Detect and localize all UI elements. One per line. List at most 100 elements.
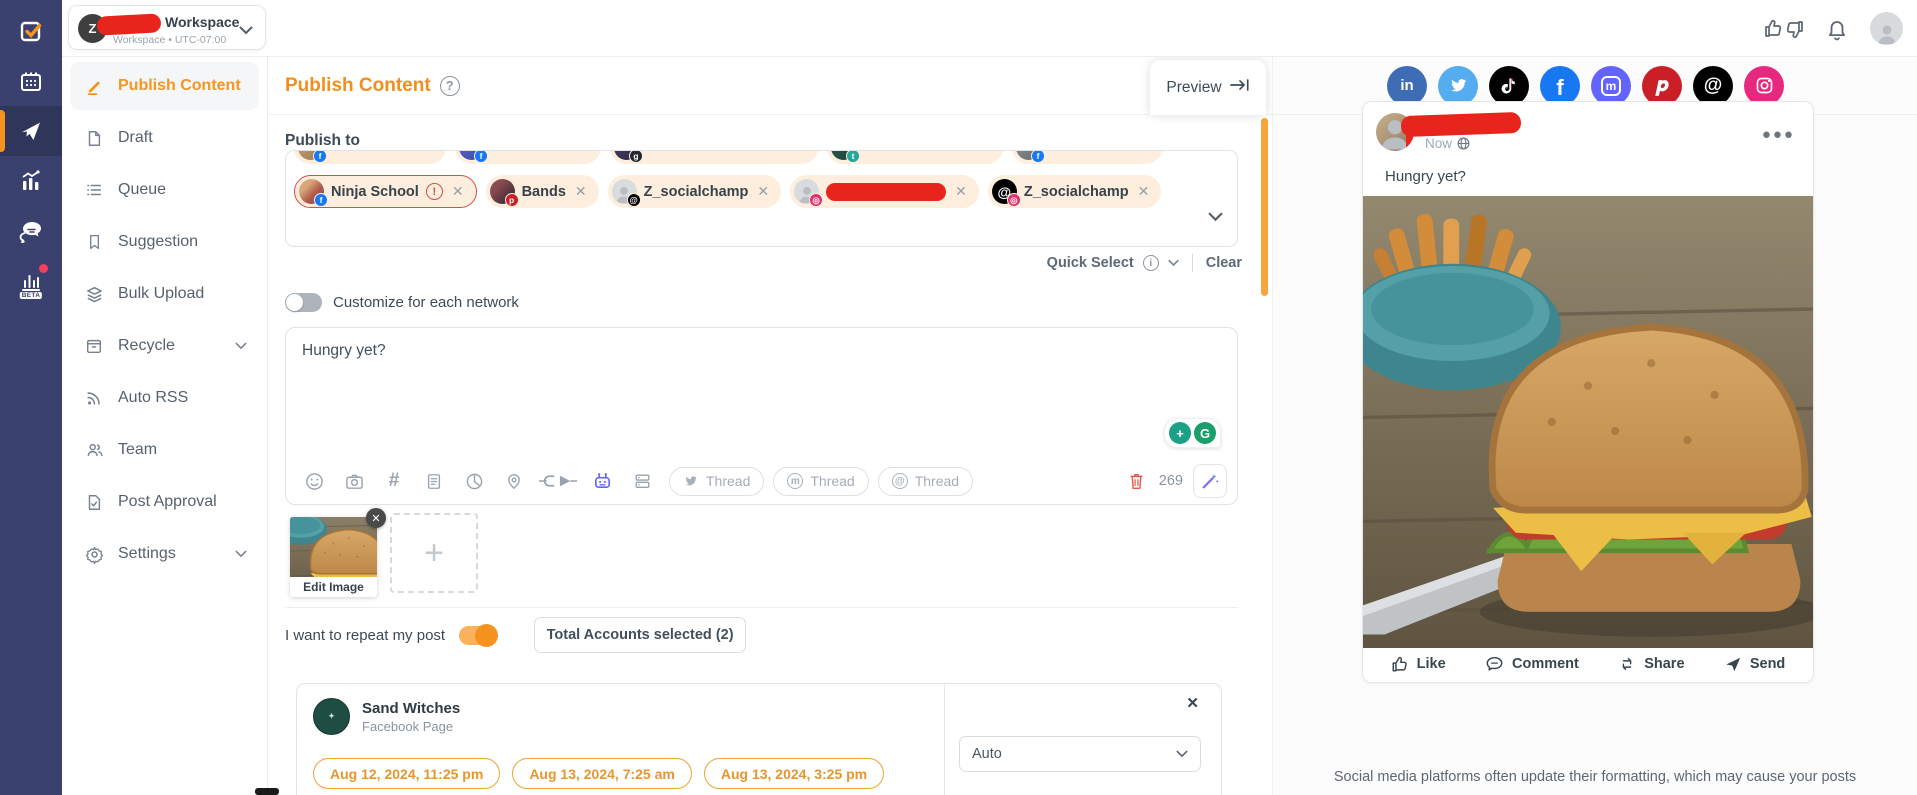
remove-account-icon[interactable]: ✕	[755, 183, 771, 200]
expand-accounts-chevron-icon[interactable]	[1208, 209, 1223, 227]
account-chip-redacted[interactable]: ◎ ✕	[790, 175, 979, 208]
sidebar-item-team[interactable]: Team	[70, 426, 259, 474]
rail-item-reports-beta[interactable]: BETA	[0, 256, 62, 306]
schedule-date-chip[interactable]: Aug 13, 2024, 7:25 am	[512, 758, 692, 789]
ai-wand-button[interactable]	[1193, 464, 1227, 498]
rail-item-publish[interactable]	[0, 106, 62, 156]
platform-tab-threads[interactable]: @	[1693, 65, 1733, 106]
composer-textarea[interactable]: Hungry yet?	[302, 342, 1167, 402]
account-chip-label: Ninja School	[331, 183, 419, 200]
trash-icon[interactable]	[1125, 463, 1149, 499]
rail-item-engage[interactable]	[0, 206, 62, 256]
sidebar-item-settings[interactable]: Settings	[70, 530, 259, 578]
feedback-thumbs-icon[interactable]	[1764, 18, 1804, 40]
remove-schedule-icon[interactable]: ✕	[1186, 694, 1199, 712]
rail-item-calendar[interactable]	[0, 56, 62, 106]
add-media-button[interactable]: +	[390, 513, 478, 593]
threads-icon: @	[891, 473, 908, 489]
account-chip-z-socialchamp-instagram[interactable]: @ ◎ Z_socialchamp ✕	[987, 175, 1162, 208]
pie-chart-icon[interactable]	[456, 463, 492, 499]
notes-icon[interactable]	[416, 463, 452, 499]
schedule-account-section: ✦ Sand Witches Facebook Page Aug 12, 202…	[297, 684, 945, 795]
edit-image-label[interactable]: Edit Image	[290, 577, 377, 597]
redacted-workspace-name	[96, 13, 162, 36]
platform-tab-pinterest[interactable]: 𝒑	[1642, 65, 1682, 106]
quick-select-label[interactable]: Quick Select	[1047, 255, 1134, 271]
rows-icon[interactable]	[624, 463, 660, 499]
main-scrollbar-thumb[interactable]	[1261, 118, 1268, 296]
tiktok-icon	[1499, 76, 1519, 96]
remove-account-icon[interactable]: ✕	[450, 183, 466, 200]
sidebar-item-recycle[interactable]: Recycle	[70, 322, 259, 370]
platform-tab-instagram[interactable]	[1744, 65, 1784, 106]
schedule-date-chip[interactable]: Aug 12, 2024, 11:25 pm	[313, 758, 501, 789]
schedule-date-chip[interactable]: Aug 13, 2024, 3:25 pm	[703, 758, 885, 789]
thread-button-label: Thread	[914, 473, 960, 489]
help-icon[interactable]: ?	[439, 76, 460, 96]
ai-robot-icon[interactable]	[584, 463, 620, 499]
send-button[interactable]: Send	[1724, 655, 1785, 673]
chevron-down-icon[interactable]	[1168, 259, 1179, 267]
account-chip-partial[interactable]: f	[294, 151, 446, 164]
preview-button[interactable]: Preview	[1150, 60, 1266, 115]
rail-item-analytics[interactable]	[0, 156, 62, 206]
post-actions-bar: Like Comment Share Send	[1363, 646, 1813, 682]
sidebar-item-draft[interactable]: Draft	[70, 114, 259, 162]
workspace-selector[interactable]: Z Workspace Workspace • UTC-07:00	[68, 5, 266, 50]
hashtag-icon[interactable]: #	[376, 463, 412, 499]
info-icon[interactable]: i	[1142, 255, 1159, 271]
bell-icon[interactable]	[1826, 17, 1848, 41]
sidebar-item-publish-content[interactable]: Publish Content	[70, 62, 259, 110]
platform-tab-facebook[interactable]: f	[1540, 65, 1580, 106]
post-preview-panel: in f m 𝒑 @ Now ●●● Hungry yet? Like Comm…	[1272, 57, 1917, 795]
share-button[interactable]: Share	[1618, 655, 1685, 673]
sidebar-item-label: Team	[118, 441, 158, 458]
emoji-icon[interactable]	[296, 463, 332, 499]
platform-tab-mastodon[interactable]: m	[1591, 65, 1631, 106]
attached-image-thumbnail[interactable]: Edit Image ✕	[290, 508, 386, 597]
beta-badge: BETA	[19, 292, 43, 299]
warning-icon[interactable]: !	[425, 183, 443, 200]
location-pin-icon[interactable]	[496, 463, 532, 499]
sidebar-item-bulk-upload[interactable]: Bulk Upload	[70, 270, 259, 318]
platform-tab-linkedin[interactable]: in	[1384, 65, 1430, 115]
account-chip-bands[interactable]: p Bands ✕	[485, 175, 599, 208]
document-icon	[84, 129, 104, 148]
layers-icon	[84, 285, 104, 304]
threads-thread-button[interactable]: @ Thread	[877, 466, 974, 496]
account-chip-ninja-school[interactable]: f Ninja School ! ✕	[294, 175, 477, 208]
mastodon-thread-button[interactable]: m Thread	[773, 466, 869, 496]
camera-icon[interactable]	[336, 463, 372, 499]
like-button[interactable]: Like	[1391, 655, 1446, 673]
repeat-post-toggle[interactable]	[459, 623, 499, 647]
grammarly-widget[interactable]: + G	[1164, 418, 1221, 448]
paper-plane-icon	[19, 119, 43, 143]
clear-button[interactable]: Clear	[1206, 255, 1242, 271]
account-chip-partial[interactable]: f	[455, 151, 601, 164]
user-avatar[interactable]	[1870, 12, 1903, 45]
twitter-thread-button[interactable]: Thread	[669, 466, 765, 496]
team-icon	[84, 441, 104, 459]
remove-account-icon[interactable]: ✕	[953, 183, 969, 200]
comment-button[interactable]: Comment	[1485, 655, 1579, 673]
sidebar-item-suggestion[interactable]: Suggestion	[70, 218, 259, 266]
post-options-icon[interactable]: ●●●	[1762, 126, 1795, 143]
account-chip-z-socialchamp-threads[interactable]: @ Z_socialchamp ✕	[607, 175, 782, 208]
sidebar-item-auto-rss[interactable]: Auto RSS	[70, 374, 259, 422]
sidebar-item-post-approval[interactable]: Post Approval	[70, 478, 259, 526]
customize-toggle[interactable]	[285, 293, 322, 312]
remove-account-icon[interactable]: ✕	[1136, 183, 1152, 200]
platform-tab-twitter[interactable]	[1438, 65, 1478, 106]
account-chip-partial[interactable]: t	[827, 151, 1003, 164]
rail-item-compose[interactable]	[0, 6, 62, 56]
utm-link-icon[interactable]	[536, 463, 580, 499]
remove-account-icon[interactable]: ✕	[573, 183, 589, 200]
sidebar-item-queue[interactable]: Queue	[70, 166, 259, 214]
total-accounts-button[interactable]: Total Accounts selected (2)	[534, 617, 747, 653]
remove-image-icon[interactable]: ✕	[366, 508, 386, 528]
account-chip-partial[interactable]: g	[610, 151, 818, 164]
account-chip-partial[interactable]: f	[1012, 151, 1162, 164]
platform-tab-tiktok[interactable]	[1489, 65, 1529, 106]
schedule-mode-select[interactable]: Auto	[959, 736, 1201, 772]
scrollbar-thumb[interactable]	[255, 788, 279, 795]
